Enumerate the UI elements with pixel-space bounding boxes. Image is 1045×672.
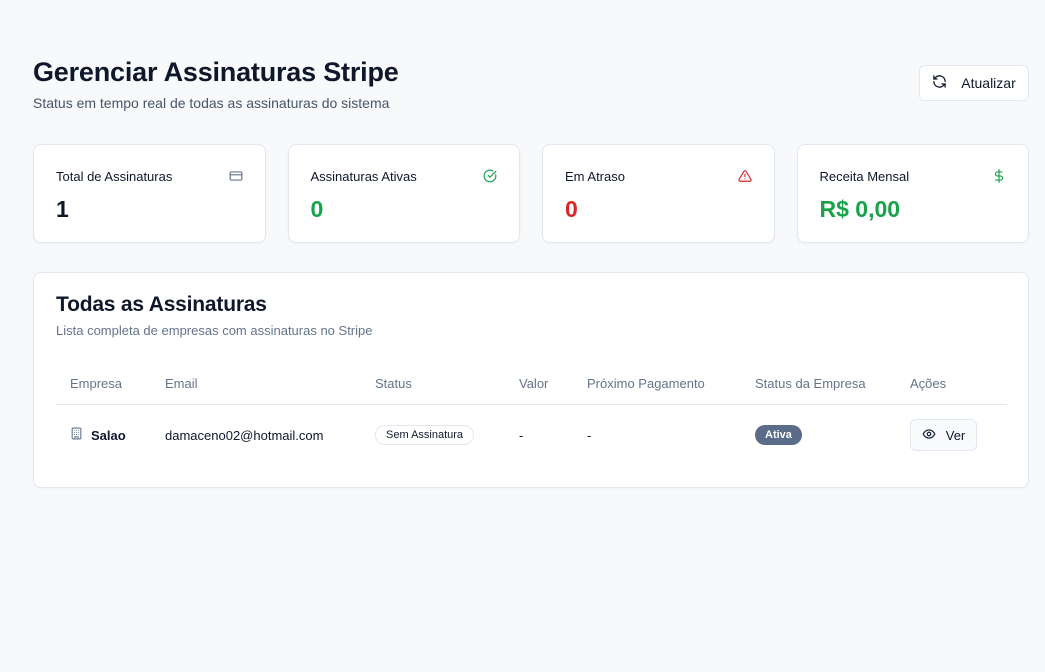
company-status-cell: Ativa bbox=[755, 404, 910, 466]
stat-card-active: Assinaturas Ativas 0 bbox=[287, 144, 520, 243]
company-cell: Salao bbox=[56, 404, 165, 466]
page-header: Gerenciar Assinaturas Stripe Status em t… bbox=[33, 56, 1029, 144]
table-row: Salao damaceno02@hotmail.com Sem Assinat… bbox=[56, 404, 1007, 466]
refresh-icon bbox=[932, 74, 947, 92]
stat-card-revenue: Receita Mensal R$ 0,00 bbox=[796, 144, 1029, 243]
card-subtitle: Lista completa de empresas com assinatur… bbox=[56, 323, 373, 338]
email-cell: damaceno02@hotmail.com bbox=[165, 427, 324, 443]
column-header-next-payment: Próximo Pagamento bbox=[587, 364, 755, 405]
company-status-badge: Ativa bbox=[755, 425, 802, 446]
stat-value: 0 bbox=[310, 196, 324, 222]
subscriptions-card: Todas as Assinaturas Lista completa de e… bbox=[33, 272, 1029, 488]
dollar-icon bbox=[992, 169, 1006, 183]
column-header-status: Status bbox=[375, 364, 519, 405]
stats-row: Total de Assinaturas 1 Assinaturas Ativa… bbox=[33, 144, 1029, 243]
stat-card-total: Total de Assinaturas 1 bbox=[33, 144, 266, 243]
page-title: Gerenciar Assinaturas Stripe bbox=[33, 57, 399, 87]
stat-label: Total de Assinaturas bbox=[56, 169, 173, 184]
stat-label: Assinaturas Ativas bbox=[310, 169, 417, 184]
stat-value: 1 bbox=[56, 196, 69, 222]
column-header-email: Email bbox=[165, 364, 375, 405]
stat-value: R$ 0,00 bbox=[819, 196, 901, 222]
alert-triangle-icon bbox=[737, 169, 752, 183]
table-header-row: Empresa Email Status Valor Próximo Pagam… bbox=[56, 364, 1007, 405]
check-circle-icon bbox=[483, 169, 497, 183]
status-badge: Sem Assinatura bbox=[375, 425, 475, 446]
stat-label: Em Atraso bbox=[565, 169, 625, 184]
stat-card-overdue: Em Atraso 0 bbox=[542, 144, 775, 243]
stat-value: 0 bbox=[565, 196, 578, 222]
view-button[interactable]: Ver bbox=[910, 419, 977, 452]
column-header-company-status: Status da Empresa bbox=[755, 364, 910, 405]
page-container: Gerenciar Assinaturas Stripe Status em t… bbox=[33, 56, 1029, 488]
page-subtitle: Status em tempo real de todas as assinat… bbox=[33, 95, 390, 111]
value-cell: - bbox=[519, 427, 524, 443]
column-header-actions: Ações bbox=[910, 364, 1007, 405]
stat-label: Receita Mensal bbox=[819, 169, 910, 184]
next-payment-cell: - bbox=[587, 427, 592, 443]
actions-cell: Ver bbox=[910, 404, 1007, 466]
status-cell: Sem Assinatura bbox=[375, 404, 519, 466]
view-button-label: Ver bbox=[945, 427, 966, 443]
building-icon bbox=[70, 427, 83, 443]
column-header-company: Empresa bbox=[56, 364, 165, 405]
refresh-button[interactable]: Atualizar bbox=[919, 65, 1029, 101]
subscriptions-table: Empresa Email Status Valor Próximo Pagam… bbox=[56, 364, 1007, 466]
card-title: Todas as Assinaturas bbox=[56, 293, 267, 316]
eye-icon bbox=[922, 427, 936, 444]
company-name: Salao bbox=[91, 427, 126, 443]
credit-card-icon bbox=[229, 169, 243, 183]
refresh-label: Atualizar bbox=[961, 75, 1016, 91]
column-header-value: Valor bbox=[519, 364, 587, 405]
